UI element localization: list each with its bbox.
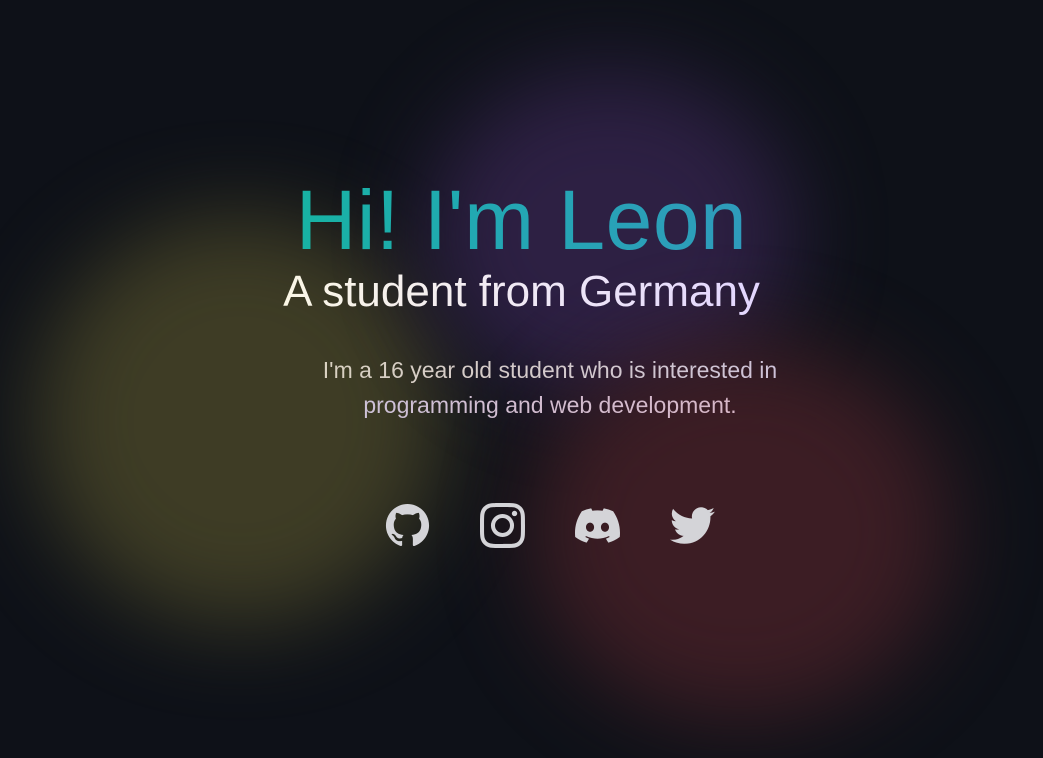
instagram-link[interactable] <box>480 503 525 548</box>
hero-bio-text: I'm a 16 year old student who is interes… <box>322 357 778 418</box>
hero-subtitle: A student from Germany <box>0 266 1043 318</box>
twitter-link[interactable] <box>670 503 715 548</box>
hero-subtitle-text: A student from Germany <box>283 267 760 316</box>
hero-headline-text: Hi! I'm Leon <box>295 173 748 267</box>
twitter-icon <box>670 507 715 544</box>
instagram-icon <box>480 503 525 548</box>
hero-bio: I'm a 16 year old student who is interes… <box>290 353 810 423</box>
github-icon <box>385 503 430 547</box>
discord-icon <box>575 508 620 543</box>
github-link[interactable] <box>385 503 430 548</box>
hero-headline: Hi! I'm Leon <box>0 172 1043 268</box>
page-background: Hi! I'm Leon A student from Germany I'm … <box>0 0 1043 758</box>
social-links <box>385 503 715 548</box>
discord-link[interactable] <box>575 503 620 548</box>
